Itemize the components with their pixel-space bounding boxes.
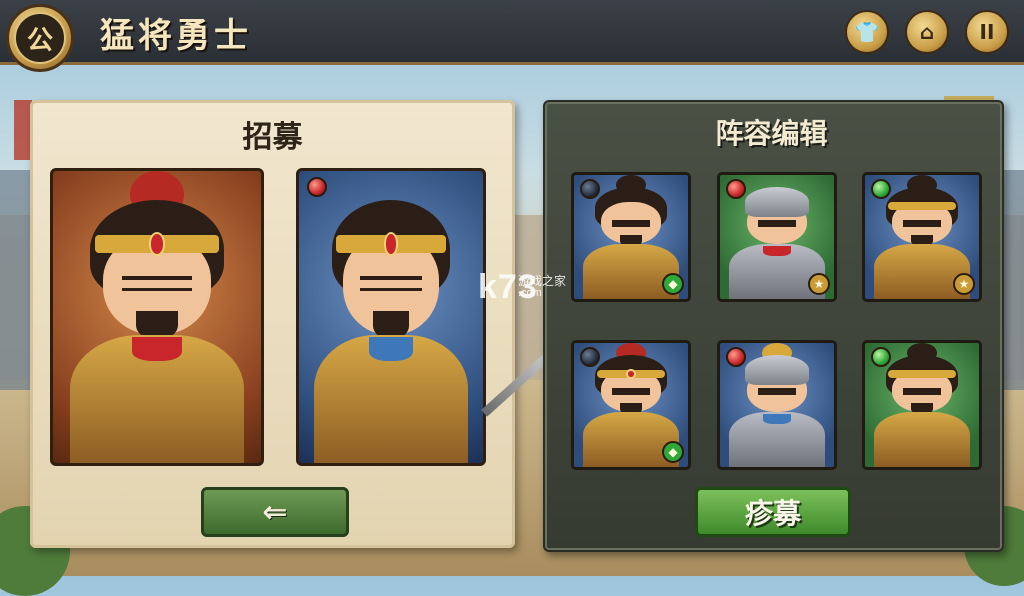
recruit-button[interactable]: 疹募 [695, 487, 851, 537]
game-title: 猛将勇士 [100, 16, 252, 56]
lineup-panel [543, 100, 1004, 552]
lineup-slot-2[interactable]: ★ [717, 172, 837, 302]
element-orb-icon [726, 179, 746, 199]
rank-star-icon: ★ [953, 273, 975, 295]
watermark-com: .com [518, 287, 542, 299]
lineup-title: 阵容编辑 [715, 117, 828, 150]
pause-icon: II [979, 20, 995, 44]
rank-star-icon: ★ [808, 273, 830, 295]
recruit-hero-card-1[interactable] [50, 168, 264, 466]
armor-icon: 👕 [854, 20, 880, 44]
rank-gem-icon: ◆ [662, 441, 684, 463]
element-orb-icon [580, 179, 600, 199]
game-logo-badge: 公 [6, 4, 74, 72]
watermark: k73 游戏之家 .com [478, 268, 566, 307]
lineup-slot-3[interactable]: ★ [862, 172, 982, 302]
home-button[interactable]: ⌂ [905, 10, 949, 54]
pause-button[interactable]: II [965, 10, 1009, 54]
armor-button[interactable]: 👕 [845, 10, 889, 54]
element-orb-icon [580, 347, 600, 367]
recruit-title: 招募 [242, 120, 303, 155]
lineup-slot-6[interactable] [862, 340, 982, 470]
home-icon: ⌂ [919, 20, 935, 44]
back-arrow-icon: ⇐ [262, 494, 288, 530]
recruit-hero-card-2[interactable] [296, 168, 486, 466]
rank-gem-icon: ◆ [662, 273, 684, 295]
element-orb-icon [726, 347, 746, 367]
lineup-slot-1[interactable]: ◆ [571, 172, 691, 302]
hero-portrait [299, 171, 483, 463]
lineup-slot-4[interactable]: ◆ [571, 340, 691, 470]
hero-portrait [53, 171, 261, 463]
back-button[interactable]: ⇐ [201, 487, 349, 537]
element-orb-icon [871, 179, 891, 199]
lineup-slot-5[interactable] [717, 340, 837, 470]
element-orb-icon [307, 177, 327, 197]
logo-char: 公 [14, 12, 66, 64]
element-orb-icon [871, 347, 891, 367]
